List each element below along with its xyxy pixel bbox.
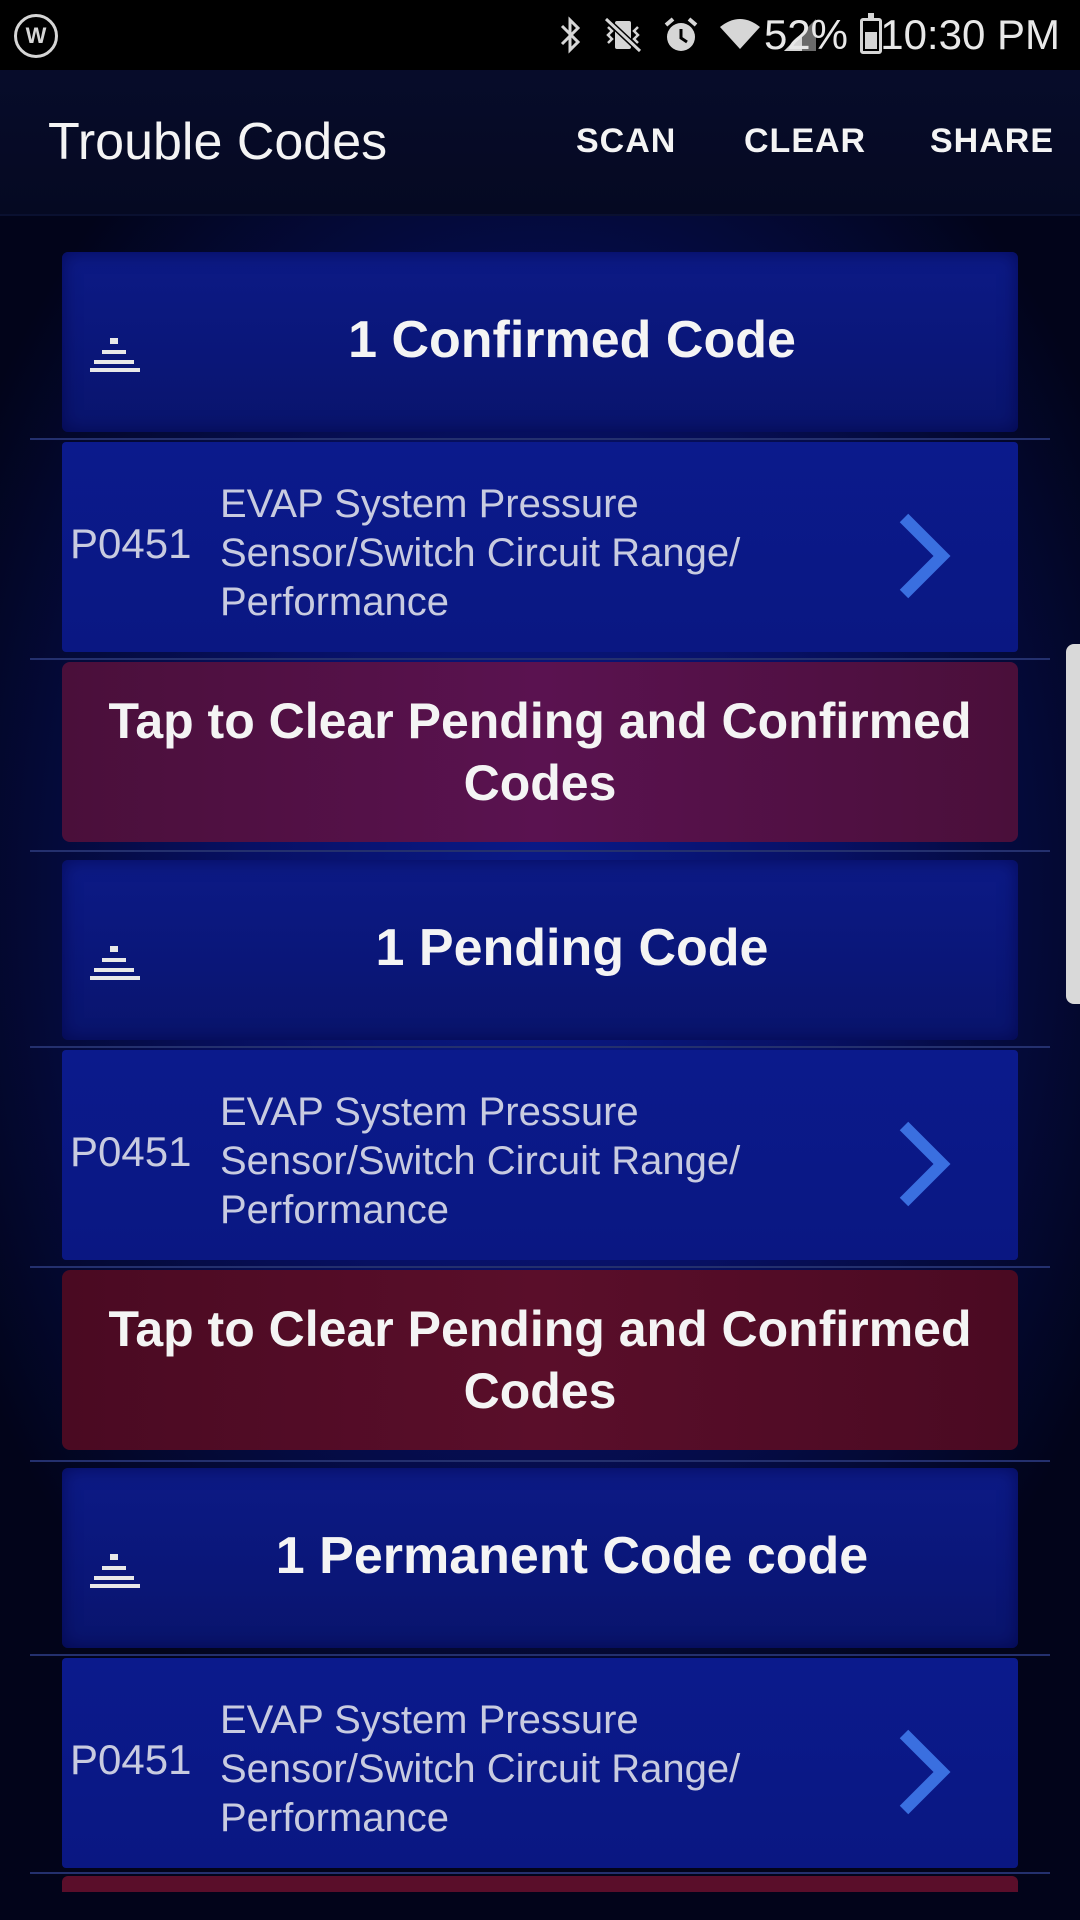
code-id: P0451 [70, 1128, 192, 1175]
divider [30, 658, 1050, 660]
divider [30, 438, 1050, 440]
wifi-icon [720, 19, 760, 49]
chevron-right-icon [899, 513, 951, 599]
divider [30, 1654, 1050, 1656]
code-description: EVAP System Pressure Sensor/Switch Circu… [220, 482, 741, 624]
section-header-permanent[interactable]: 1 Permanent Code code [62, 1468, 1018, 1648]
section-header-confirmed[interactable]: 1 Confirmed Code [62, 252, 1018, 432]
vibrate-mute-icon [603, 16, 643, 54]
scan-button[interactable]: SCAN [576, 122, 676, 161]
clear-codes-button-partial[interactable] [62, 1876, 1018, 1892]
bluetooth-icon [560, 16, 581, 54]
clock: 10:30 PM [880, 11, 1060, 58]
scrollbar-handle[interactable] [1066, 644, 1080, 1004]
share-button[interactable]: SHARE [930, 122, 1054, 161]
clear-button[interactable]: CLEAR [744, 122, 866, 161]
code-row[interactable]: P0451 EVAP System Pressure Sensor/Switch… [62, 1050, 1018, 1260]
battery-percent: 52% [763, 11, 848, 58]
code-description: EVAP System Pressure Sensor/Switch Circu… [220, 1698, 741, 1840]
divider [30, 1872, 1050, 1874]
code-row[interactable]: P0451 EVAP System Pressure Sensor/Switch… [62, 1658, 1018, 1868]
trouble-codes-list[interactable]: 1 Confirmed Code P0451 EVAP System Press… [0, 216, 1080, 1920]
battery-icon [860, 13, 882, 54]
app-notification-icon: W [14, 14, 58, 58]
page-title: Trouble Codes [48, 113, 388, 171]
app-bar: Trouble Codes SCAN CLEAR SHARE [0, 70, 1080, 216]
chevron-right-icon [899, 1729, 951, 1815]
divider [30, 1046, 1050, 1048]
section-title: 1 Confirmed Code [348, 311, 796, 369]
section-title: 1 Permanent Code code [275, 1527, 869, 1585]
chevron-right-icon [899, 1121, 951, 1207]
section-header-pending[interactable]: 1 Pending Code [62, 860, 1018, 1040]
divider [30, 1460, 1050, 1462]
code-row[interactable]: P0451 EVAP System Pressure Sensor/Switch… [62, 442, 1018, 652]
divider [30, 1266, 1050, 1268]
clear-codes-button[interactable]: Tap to Clear Pending and Confirmed Codes [62, 1270, 1018, 1450]
code-description: EVAP System Pressure Sensor/Switch Circu… [220, 1090, 741, 1232]
clear-codes-button[interactable]: Tap to Clear Pending and Confirmed Codes [62, 662, 1018, 842]
code-id: P0451 [70, 1736, 192, 1783]
status-bar: W 52% 10:30 PM [0, 0, 1080, 70]
divider [30, 850, 1050, 852]
code-id: P0451 [70, 520, 192, 567]
alarm-icon [664, 17, 698, 51]
section-title: 1 Pending Code [375, 919, 769, 977]
